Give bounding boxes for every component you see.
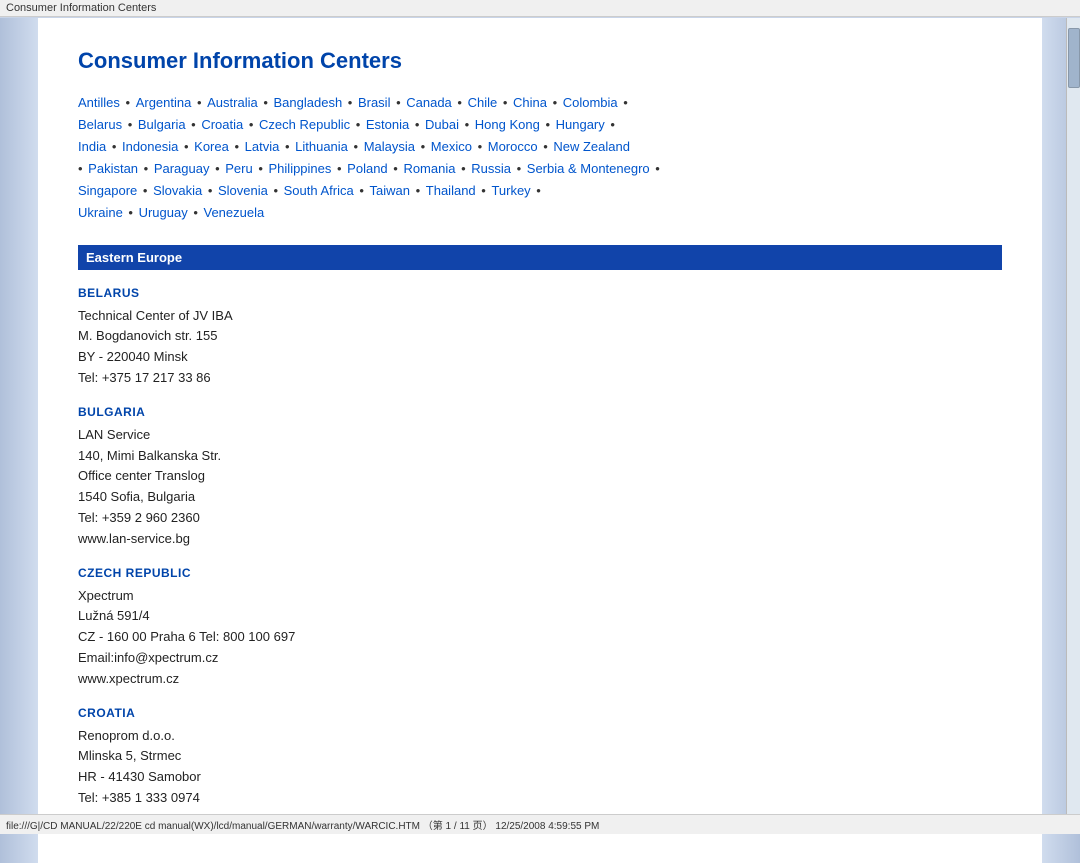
link-taiwan[interactable]: Taiwan	[370, 183, 410, 198]
country-info-bulgaria: LAN Service 140, Mimi Balkanska Str. Off…	[78, 425, 1002, 550]
link-russia[interactable]: Russia	[471, 161, 511, 176]
link-paraguay[interactable]: Paraguay	[154, 161, 210, 176]
main-content: Consumer Information Centers Antilles • …	[38, 18, 1042, 863]
link-serbia[interactable]: Serbia & Montenegro	[527, 161, 650, 176]
link-thailand[interactable]: Thailand	[426, 183, 476, 198]
link-czech-republic[interactable]: Czech Republic	[259, 117, 350, 132]
link-pakistan[interactable]: Pakistan	[88, 161, 138, 176]
country-title-czech-republic: CZECH REPUBLIC	[78, 566, 1002, 580]
link-lithuania[interactable]: Lithuania	[295, 139, 348, 154]
link-turkey[interactable]: Turkey	[491, 183, 530, 198]
link-belarus[interactable]: Belarus	[78, 117, 122, 132]
link-antilles[interactable]: Antilles	[78, 95, 120, 110]
link-slovakia[interactable]: Slovakia	[153, 183, 202, 198]
link-hungary[interactable]: Hungary	[556, 117, 605, 132]
country-block-croatia: CROATIA Renoprom d.o.o. Mlinska 5, Strme…	[78, 706, 1002, 809]
link-indonesia[interactable]: Indonesia	[122, 139, 178, 154]
link-ukraine[interactable]: Ukraine	[78, 205, 123, 220]
link-poland[interactable]: Poland	[347, 161, 387, 176]
link-new-zealand[interactable]: New Zealand	[553, 139, 630, 154]
link-australia[interactable]: Australia	[207, 95, 258, 110]
link-korea[interactable]: Korea	[194, 139, 229, 154]
link-slovenia[interactable]: Slovenia	[218, 183, 268, 198]
scrollbar-thumb[interactable]	[1068, 28, 1080, 88]
link-malaysia[interactable]: Malaysia	[364, 139, 415, 154]
left-sidebar	[0, 18, 38, 863]
link-colombia[interactable]: Colombia	[563, 95, 618, 110]
links-section: Antilles • Argentina • Australia • Bangl…	[78, 92, 1002, 225]
status-bar-text: file:///G|/CD MANUAL/22/220E cd manual(W…	[6, 821, 599, 832]
link-uruguay[interactable]: Uruguay	[139, 205, 188, 220]
title-bar-text: Consumer Information Centers	[6, 2, 156, 14]
link-chile[interactable]: Chile	[468, 95, 498, 110]
country-info-czech-republic: Xpectrum Lužná 591/4 CZ - 160 00 Praha 6…	[78, 586, 1002, 690]
status-bar: file:///G|/CD MANUAL/22/220E cd manual(W…	[0, 814, 1080, 834]
link-peru[interactable]: Peru	[225, 161, 252, 176]
country-info-belarus: Technical Center of JV IBA M. Bogdanovic…	[78, 306, 1002, 389]
link-hong-kong[interactable]: Hong Kong	[475, 117, 540, 132]
link-brasil[interactable]: Brasil	[358, 95, 391, 110]
link-croatia[interactable]: Croatia	[201, 117, 243, 132]
link-philippines[interactable]: Philippines	[269, 161, 332, 176]
country-info-croatia: Renoprom d.o.o. Mlinska 5, Strmec HR - 4…	[78, 726, 1002, 809]
link-argentina[interactable]: Argentina	[136, 95, 192, 110]
section-header-eastern-europe: Eastern Europe	[78, 245, 1002, 270]
link-mexico[interactable]: Mexico	[431, 139, 472, 154]
link-morocco[interactable]: Morocco	[488, 139, 538, 154]
link-canada[interactable]: Canada	[406, 95, 452, 110]
country-block-czech-republic: CZECH REPUBLIC Xpectrum Lužná 591/4 CZ -…	[78, 566, 1002, 690]
link-china[interactable]: China	[513, 95, 547, 110]
link-singapore[interactable]: Singapore	[78, 183, 137, 198]
country-block-bulgaria: BULGARIA LAN Service 140, Mimi Balkanska…	[78, 405, 1002, 550]
link-india[interactable]: India	[78, 139, 106, 154]
link-bangladesh[interactable]: Bangladesh	[274, 95, 343, 110]
scrollbar-track[interactable]	[1066, 18, 1080, 834]
link-bulgaria[interactable]: Bulgaria	[138, 117, 186, 132]
link-dubai[interactable]: Dubai	[425, 117, 459, 132]
link-latvia[interactable]: Latvia	[245, 139, 280, 154]
link-romania[interactable]: Romania	[403, 161, 455, 176]
link-south-africa[interactable]: South Africa	[284, 183, 354, 198]
link-venezuela[interactable]: Venezuela	[204, 205, 265, 220]
title-bar: Consumer Information Centers	[0, 0, 1080, 17]
right-sidebar	[1042, 18, 1080, 863]
country-block-belarus: BELARUS Technical Center of JV IBA M. Bo…	[78, 286, 1002, 389]
country-title-belarus: BELARUS	[78, 286, 1002, 300]
page-title: Consumer Information Centers	[78, 48, 1002, 74]
country-title-bulgaria: BULGARIA	[78, 405, 1002, 419]
link-estonia[interactable]: Estonia	[366, 117, 409, 132]
country-title-croatia: CROATIA	[78, 706, 1002, 720]
